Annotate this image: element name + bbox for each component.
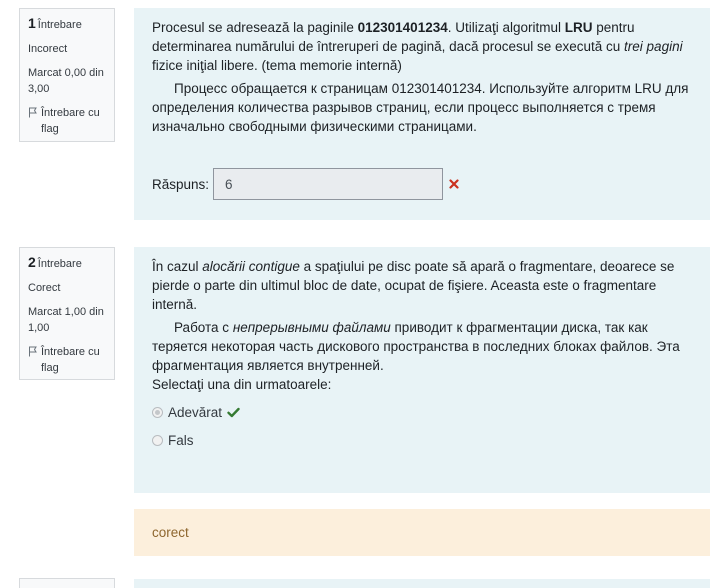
- feedback-text: corect: [152, 525, 189, 540]
- flag-question-button[interactable]: Întrebare cu flag: [28, 344, 107, 376]
- question-content-3: [134, 579, 710, 588]
- question-state: Incorect: [28, 43, 68, 55]
- question-number: 2 Întrebare: [28, 254, 82, 270]
- option-adevarat[interactable]: Adevărat: [152, 403, 692, 422]
- flag-label: Întrebare cu flag: [41, 346, 100, 374]
- question-text-ro: În cazul alocării contigue a spaţiului p…: [152, 259, 675, 312]
- question-text-ru: Процесс обращается к страницам 012301401…: [152, 81, 689, 134]
- answer-label: Răspuns:: [152, 176, 210, 192]
- check-icon: [227, 407, 240, 418]
- option-label: Adevărat: [168, 405, 223, 420]
- answer-input[interactable]: 6: [213, 168, 444, 200]
- flag-icon: [29, 346, 37, 357]
- radio-adevarat[interactable]: [152, 407, 163, 418]
- feedback-panel: corect: [134, 509, 710, 556]
- option-label: Fals: [168, 433, 194, 448]
- answer-prompt: Selectaţi una din urmatoarele:: [152, 377, 332, 392]
- option-fals[interactable]: Fals: [152, 431, 692, 450]
- question-number: 1 Întrebare: [28, 15, 82, 31]
- question-text-ru: Работа с непрерывными файлами приводит к…: [152, 320, 680, 373]
- question-text-ro: Procesul se adresează la paginile 012301…: [152, 20, 683, 73]
- answer-row: Răspuns: 6: [152, 168, 692, 200]
- question-grade: Marcat 0,00 din 3,00: [28, 67, 104, 95]
- question-info-3: [19, 578, 115, 588]
- question-content-2: În cazul alocării contigue a spaţiului p…: [134, 247, 710, 493]
- question-info-2: 2 Întrebare Corect Marcat 1,00 din 1,00 Î…: [19, 247, 115, 380]
- radio-fals[interactable]: [152, 435, 163, 446]
- question-content-1: Procesul se adresează la paginile 012301…: [134, 8, 710, 220]
- flag-label: Întrebare cu flag: [41, 107, 100, 135]
- question-state: Corect: [28, 282, 61, 294]
- flag-icon: [29, 107, 37, 118]
- flag-question-button[interactable]: Întrebare cu flag: [28, 105, 107, 137]
- question-info-1: 1 Întrebare Incorect Marcat 0,00 din 3,00…: [19, 8, 115, 142]
- question-grade: Marcat 1,00 din 1,00: [28, 306, 104, 334]
- cross-icon: [449, 179, 459, 189]
